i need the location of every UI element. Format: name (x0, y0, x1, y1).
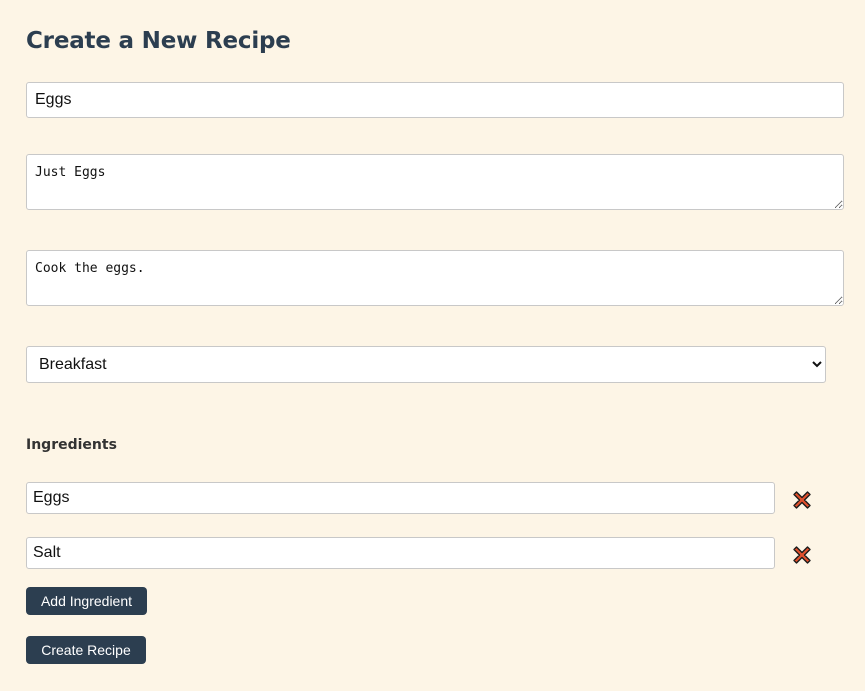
ingredient-row (26, 537, 844, 569)
create-recipe-button[interactable]: Create Recipe (26, 636, 146, 664)
recipe-instructions-textarea[interactable]: Cook the eggs. (26, 250, 844, 306)
ingredient-input[interactable] (26, 537, 775, 569)
recipe-description-textarea[interactable]: Just Eggs (26, 154, 844, 210)
page-title: Create a New Recipe (26, 28, 291, 54)
close-x-icon (790, 543, 818, 567)
recipe-title-input[interactable] (26, 82, 844, 118)
add-ingredient-button[interactable]: Add Ingredient (26, 587, 147, 615)
remove-ingredient-button[interactable] (790, 541, 818, 569)
remove-ingredient-button[interactable] (790, 486, 818, 514)
category-select[interactable]: Breakfast (26, 346, 826, 383)
ingredients-heading: Ingredients (26, 437, 117, 453)
ingredient-input[interactable] (26, 482, 775, 514)
ingredient-row (26, 482, 844, 514)
close-x-icon (790, 488, 818, 512)
